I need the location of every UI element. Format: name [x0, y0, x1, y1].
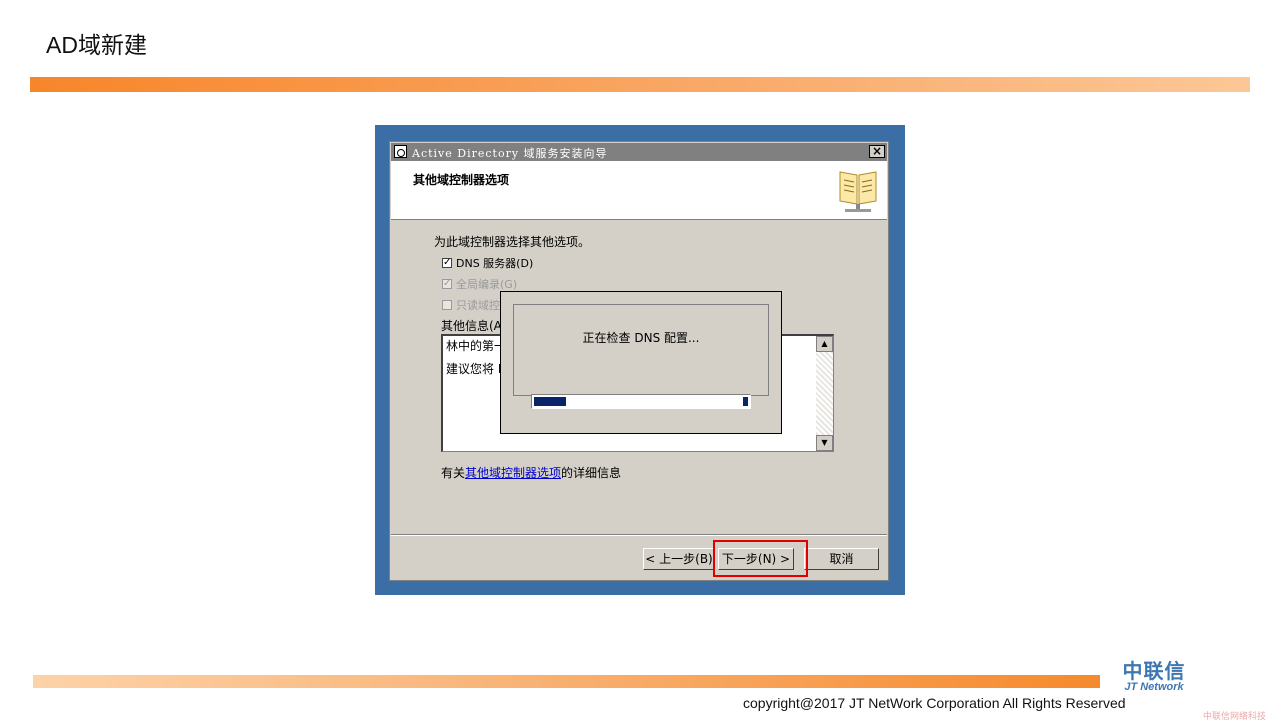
top-accent-bar	[30, 77, 1250, 92]
app-icon	[394, 145, 407, 158]
logo-en: JT Network	[1124, 681, 1184, 693]
progress-bar-end	[743, 397, 748, 406]
info-label: 其他信息(A	[441, 319, 502, 333]
dns-server-label: DNS 服务器(D)	[456, 257, 534, 270]
footer-divider	[391, 534, 887, 536]
copyright-text: copyright@2017 JT NetWork Corporation Al…	[743, 695, 1126, 711]
more-info-link[interactable]: 其他域控制器选项	[465, 466, 561, 480]
window-title: Active Directory 域服务安装向导	[412, 147, 608, 160]
wizard-header: 其他域控制器选项	[391, 161, 887, 220]
progress-message: 正在检查 DNS 配置...	[582, 331, 700, 345]
info-line: 林中的第一	[446, 339, 507, 353]
cancel-button[interactable]: 取消	[804, 548, 879, 570]
scroll-up-icon[interactable]: ▲	[816, 336, 833, 352]
progress-bar	[531, 394, 751, 409]
bottom-accent-bar	[33, 675, 1100, 688]
slide-title: AD域新建	[46, 32, 147, 58]
back-button[interactable]: < 上一步(B)	[643, 548, 715, 570]
progress-dialog: 正在检查 DNS 配置...	[500, 291, 782, 434]
close-icon[interactable]: ×	[869, 145, 885, 158]
logo-cn: 中联信	[1122, 659, 1186, 683]
watermark-text: 中联信网络科技	[1203, 712, 1267, 722]
company-logo: 中联信 JT Network	[1104, 660, 1204, 693]
dns-server-option[interactable]: ✓ DNS 服务器(D)	[442, 255, 533, 271]
global-catalog-option: ✓ 全局编录(G)	[442, 276, 517, 292]
next-button-highlight	[713, 540, 808, 577]
rodc-label: 只读域控	[456, 299, 500, 312]
more-info-prefix: 有关	[441, 466, 466, 480]
global-catalog-label: 全局编录(G)	[456, 278, 518, 291]
intro-text: 为此域控制器选择其他选项。	[434, 235, 591, 249]
info-line: 建议您将 I	[446, 362, 502, 376]
more-info-suffix: 的详细信息	[561, 466, 622, 480]
progress-bar-fill	[534, 397, 566, 406]
dns-server-checkbox[interactable]: ✓	[442, 258, 452, 268]
book-icon	[839, 171, 877, 212]
more-info-text: 有关其他域控制器选项的详细信息	[441, 464, 621, 481]
page-title: 其他域控制器选项	[413, 173, 510, 187]
progress-dialog-panel: 正在检查 DNS 配置...	[513, 304, 769, 396]
wizard-window: Active Directory 域服务安装向导 × 其他域控制器选项 为此域控…	[389, 141, 889, 581]
rodc-checkbox	[442, 300, 452, 310]
title-bar[interactable]: Active Directory 域服务安装向导 ×	[391, 143, 887, 161]
rodc-option: 只读域控	[442, 297, 500, 313]
screenshot-frame: Active Directory 域服务安装向导 × 其他域控制器选项 为此域控…	[375, 125, 905, 595]
global-catalog-checkbox: ✓	[442, 278, 452, 289]
info-scrollbar[interactable]: ▲ ▼	[816, 336, 833, 451]
scroll-down-icon[interactable]: ▼	[816, 435, 833, 451]
